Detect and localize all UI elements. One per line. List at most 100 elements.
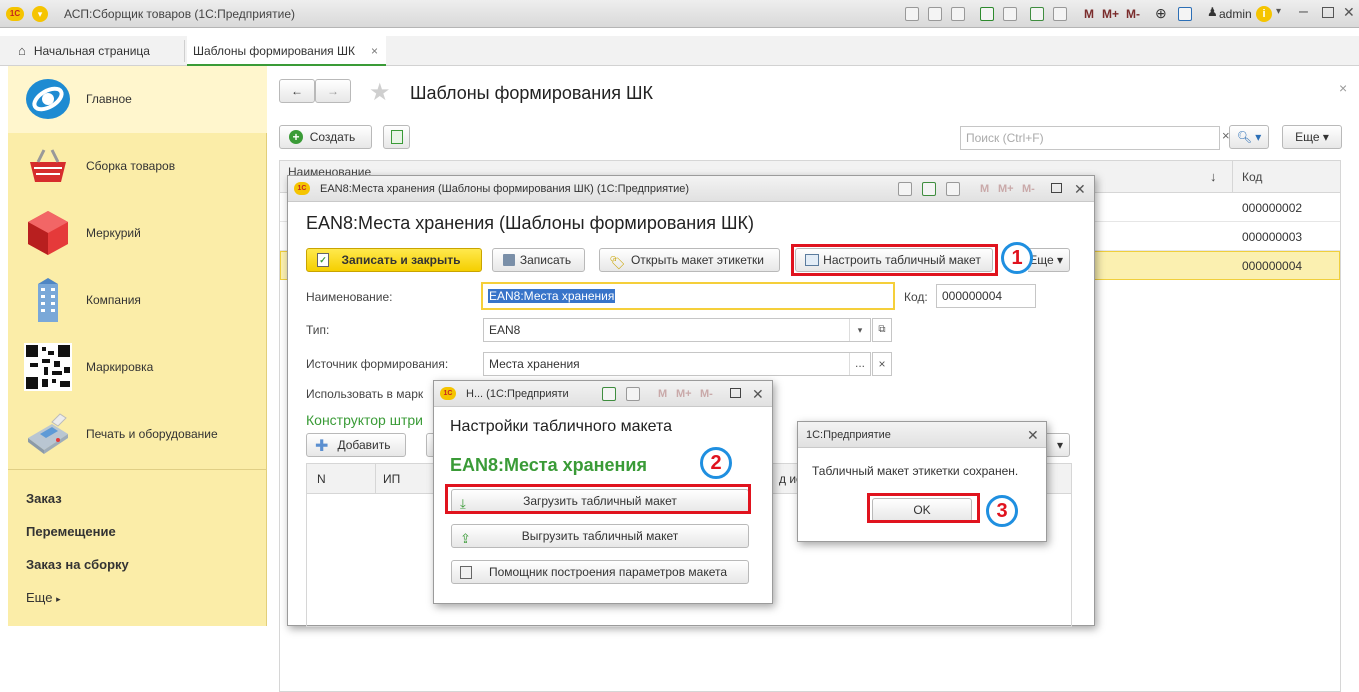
message-text: Табличный макет этикетки сохранен. — [812, 464, 1019, 478]
clear-icon[interactable]: × — [872, 352, 892, 376]
memory-plus-button[interactable]: M+ — [1102, 7, 1119, 21]
add-button[interactable]: ✚ Добавить — [306, 433, 406, 457]
calculator-icon[interactable] — [602, 387, 616, 401]
layout-helper-button[interactable]: Помощник построения параметров макета — [451, 560, 749, 584]
terminal-icon — [28, 413, 68, 454]
1c-logo-icon: 1С — [440, 387, 456, 400]
create-button-label: Создать — [309, 130, 356, 144]
memory-m-button[interactable]: M — [658, 381, 667, 407]
document-icon[interactable] — [1003, 7, 1017, 21]
tab-divider — [184, 40, 185, 62]
sidebar-link-transfer[interactable]: Перемещение — [26, 524, 116, 539]
floppy-icon — [503, 254, 515, 266]
plus-icon: ✚ — [315, 438, 329, 455]
memory-plus-button[interactable]: M+ — [998, 176, 1014, 202]
memory-m-button[interactable]: M — [980, 176, 989, 202]
close-message-icon[interactable]: ✕ — [1027, 422, 1039, 448]
info-dropdown-icon[interactable]: ▾ — [1276, 6, 1281, 17]
name-field[interactable]: EAN8:Места хранения — [481, 282, 895, 310]
copy-button[interactable] — [383, 125, 410, 149]
close-form-icon[interactable]: ✕ — [1074, 176, 1086, 202]
maximize-icon[interactable] — [1051, 183, 1062, 193]
calendar-icon[interactable] — [1053, 7, 1067, 21]
zoom-icon[interactable]: ⊕ — [1155, 5, 1167, 22]
sidebar-divider — [8, 469, 267, 470]
sidebar-item-label: Печать и оборудование — [86, 427, 218, 441]
favorite-star-icon[interactable]: ★ — [369, 78, 391, 107]
sidebar-item-assembly[interactable]: Сборка товаров — [8, 133, 267, 200]
memory-plus-button[interactable]: M+ — [676, 381, 692, 407]
sidebar-link-order[interactable]: Заказ — [26, 491, 62, 506]
close-page-icon[interactable]: × — [1339, 80, 1347, 96]
col-n-header[interactable]: N — [317, 472, 326, 486]
calculator-icon[interactable] — [1030, 7, 1044, 21]
code-field[interactable]: 000000004 — [936, 284, 1036, 308]
col-code-header[interactable]: Код — [1242, 170, 1262, 184]
user-icon: ♟ — [1207, 5, 1218, 19]
memory-minus-button[interactable]: M- — [700, 381, 713, 407]
maximize-icon[interactable] — [1322, 7, 1334, 18]
chevron-right-icon: ▸ — [56, 594, 61, 604]
sidebar-item-marking[interactable]: Маркировка — [8, 334, 267, 401]
tab-home[interactable]: ⌂ Начальная страница — [18, 36, 150, 66]
calculator-icon[interactable] — [922, 182, 936, 196]
highlight-load-button — [445, 484, 751, 514]
calendar-icon[interactable] — [626, 387, 640, 401]
col-ip-header[interactable]: ИП — [383, 472, 400, 486]
sidebar-item-main[interactable]: Главное — [8, 66, 267, 133]
panels-icon[interactable] — [1178, 7, 1192, 21]
open-label-layout-button[interactable]: 🏷︎ Открыть макет этикетки — [599, 248, 780, 272]
type-dropdown-icon[interactable]: ▾ — [849, 319, 870, 341]
sidebar-item-print-equipment[interactable]: Печать и оборудование — [8, 401, 267, 468]
tab-templates[interactable]: Шаблоны формирования ШК × — [187, 36, 386, 66]
save-icon[interactable] — [905, 7, 919, 21]
select-ellipsis-icon[interactable]: ... — [849, 353, 870, 375]
maximize-icon[interactable] — [730, 388, 741, 398]
sidebar-item-mercury[interactable]: Меркурий — [8, 200, 267, 267]
memory-minus-button[interactable]: M- — [1126, 7, 1140, 21]
sidebar-link-assembly-order[interactable]: Заказ на сборку — [26, 557, 129, 572]
info-icon[interactable]: i — [1256, 6, 1272, 22]
open-icon[interactable]: ⧉ — [872, 318, 892, 342]
save-button[interactable]: Записать — [492, 248, 585, 272]
preview-icon[interactable] — [951, 7, 965, 21]
print-icon[interactable] — [928, 7, 942, 21]
forward-button[interactable]: → — [315, 79, 351, 103]
unload-table-layout-button[interactable]: ⇪ Выгрузить табличный макет — [451, 524, 749, 548]
callout-1: 1 — [1001, 242, 1033, 274]
tab-close-icon[interactable]: × — [371, 36, 378, 66]
name-field-value: EAN8:Места хранения — [488, 289, 616, 303]
type-field[interactable]: EAN8 — [483, 318, 871, 342]
search-button[interactable]: 🔍︎ ▾ — [1229, 125, 1269, 149]
dialog-subtitle: EAN8:Места хранения — [450, 455, 647, 475]
user-name[interactable]: admin — [1219, 7, 1252, 21]
source-field[interactable]: Места хранения — [483, 352, 871, 376]
create-button[interactable]: + Создать — [279, 125, 372, 149]
memory-m-button[interactable]: M — [1084, 7, 1094, 21]
calendar-icon[interactable] — [946, 182, 960, 196]
save-and-close-button[interactable]: ✓ Записать и закрыть — [306, 248, 482, 272]
highlight-ok-button — [867, 493, 980, 523]
item-form-titlebar: 1С EAN8:Места хранения (Шаблоны формиров… — [288, 176, 1094, 202]
more-button[interactable]: Еще ▾ — [1282, 125, 1342, 149]
print-icon[interactable] — [898, 182, 912, 196]
close-dialog-icon[interactable]: ✕ — [752, 381, 764, 407]
upload-icon: ⇪ — [460, 531, 471, 546]
upload-icon[interactable] — [980, 7, 994, 21]
search-input[interactable]: Поиск (Ctrl+F) — [960, 126, 1220, 150]
main-menu-icon[interactable]: ▾ — [32, 6, 48, 22]
add-button-label: Добавить — [337, 438, 391, 452]
form-more-button[interactable]: Еще ▾ — [1028, 248, 1070, 272]
back-button[interactable]: ← — [279, 79, 315, 103]
use-in-marking-label: Использовать в марк — [306, 387, 424, 401]
memory-minus-button[interactable]: M- — [1022, 176, 1035, 202]
sidebar-item-label: Главное — [86, 92, 132, 106]
minimize-icon[interactable]: – — [1299, 3, 1308, 21]
dialog-titlebar: 1С Н... (1С:Предприяти M M+ M- ✕ — [434, 381, 772, 407]
close-app-icon[interactable]: ✕ — [1343, 4, 1355, 21]
sidebar-more-link[interactable]: Еще ▸ — [26, 590, 61, 605]
1c-logo-icon: 1С — [6, 7, 24, 21]
plus-icon: + — [289, 130, 303, 144]
sidebar-item-company[interactable]: Компания — [8, 267, 267, 334]
home-icon: ⌂ — [18, 43, 26, 58]
